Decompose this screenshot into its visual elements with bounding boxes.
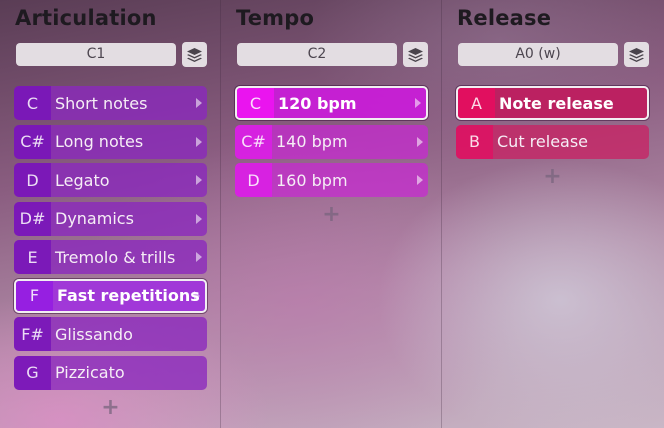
item-label: Tremolo & trills [55,247,176,267]
articulation-item-long-notes[interactable]: C# Long notes [14,124,207,159]
chevron-right-icon [417,175,423,185]
column-title: Tempo [236,6,315,30]
chevron-right-icon [196,213,202,224]
item-label: 160 bpm [276,170,348,190]
item-key: C# [235,124,272,159]
keyswitch-select[interactable]: C2 [237,43,397,66]
item-key: D [14,163,51,197]
chevron-right-icon [196,136,202,147]
item-key: C [237,88,274,118]
articulation-list: C Short notes C# Long notes D Legato D# … [14,86,207,420]
keyswitch-select[interactable]: A0 (w) [458,43,618,66]
release-item-cut-release[interactable]: B Cut release [456,124,649,159]
release-list: A Note release B Cut release + [456,86,649,189]
articulation-item-legato[interactable]: D Legato [14,163,207,197]
chevron-right-icon [196,98,202,108]
articulation-item-short-notes[interactable]: C Short notes [14,86,207,120]
tempo-list: C 120 bpm C# 140 bpm D 160 bpm + [235,86,428,228]
articulation-item-dynamics[interactable]: D# Dynamics [14,201,207,236]
tempo-column: Tempo C2 C 120 bpm C# 140 bpm D 160 bpm … [221,0,441,428]
tempo-item-160-bpm[interactable]: D 160 bpm [235,163,428,197]
column-title: Release [457,6,552,30]
layers-icon [408,47,423,62]
item-label: Dynamics [55,209,134,228]
item-label: Fast repetitions [57,286,200,305]
item-key: E [14,240,51,274]
chevron-right-icon [417,136,423,147]
articulation-column: Articulation C1 C Short notes C# Long no… [0,0,220,428]
item-key: F [16,280,53,311]
column-title: Articulation [15,6,157,30]
tempo-item-140-bpm[interactable]: C# 140 bpm [235,124,428,159]
add-tempo-button[interactable]: + [235,202,428,228]
item-key: D# [14,201,51,236]
item-label: Cut release [497,132,589,151]
item-key: B [456,124,493,159]
chevron-right-icon [196,252,202,262]
keyswitch-select[interactable]: C1 [16,43,176,66]
item-key: G [14,355,51,390]
layers-icon [187,47,202,62]
item-label: Short notes [55,93,148,113]
layers-icon [629,47,644,62]
item-label: Long notes [55,132,144,151]
item-label: 120 bpm [278,93,357,113]
item-key: D [235,163,272,197]
release-item-note-release[interactable]: A Note release [456,86,649,120]
articulation-item-tremolo-trills[interactable]: E Tremolo & trills [14,240,207,274]
articulation-item-pizzicato[interactable]: G Pizzicato [14,355,207,390]
articulation-item-fast-repetitions[interactable]: F Fast repetitions [14,278,207,313]
item-key: A [458,88,495,118]
articulation-item-glissando[interactable]: F# Glissando [14,317,207,351]
item-key: C# [14,124,51,159]
layers-button[interactable] [403,42,428,67]
layers-button[interactable] [624,42,649,67]
chevron-right-icon [194,290,200,301]
item-label: 140 bpm [276,132,348,151]
tempo-item-120-bpm[interactable]: C 120 bpm [235,86,428,120]
item-label: Legato [55,170,110,190]
layers-button[interactable] [182,42,207,67]
chevron-right-icon [196,175,202,185]
item-label: Glissando [55,324,133,344]
release-column: Release A0 (w) A Note release B Cut rele… [442,0,664,428]
chevron-right-icon [415,98,421,108]
item-key: F# [14,317,51,351]
add-release-button[interactable]: + [456,163,649,189]
add-articulation-button[interactable]: + [14,394,207,420]
item-label: Pizzicato [55,363,125,382]
item-key: C [14,86,51,120]
item-label: Note release [499,93,614,113]
